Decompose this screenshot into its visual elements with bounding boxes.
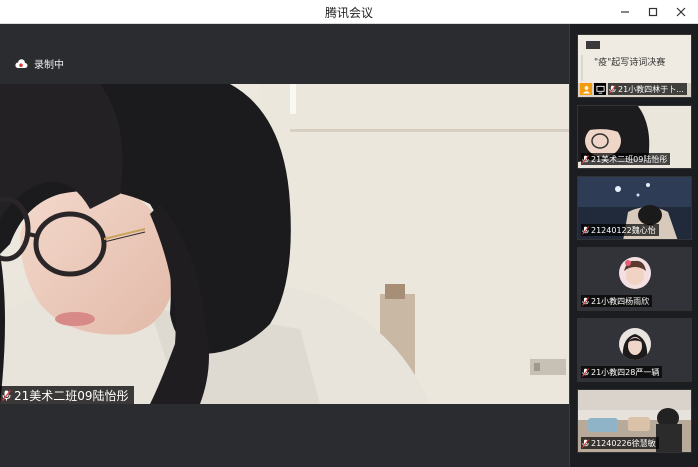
participant-tile[interactable]: 21小教四28严一辆 xyxy=(577,318,692,382)
main-participant-name: 21美术二班09陆怡彤 xyxy=(14,388,129,403)
tile-label: 21小教四杨雨欣 xyxy=(581,295,653,307)
avatar xyxy=(619,257,651,289)
tile-participant-name: 21小教四林于卜... xyxy=(618,84,684,94)
minimize-icon xyxy=(621,11,629,13)
main-video-area: 录制中 21美术二班09陆怡彤 xyxy=(0,24,569,467)
microphone-muted-icon xyxy=(582,367,589,377)
participant-tile[interactable]: "疫"起写诗词决赛 21小教四林于卜... xyxy=(577,34,692,98)
avatar xyxy=(619,328,651,360)
participant-tile[interactable]: 21240122魏心怡 xyxy=(577,176,692,240)
meeting-window: 腾讯会议 录制中 21美术二班09陆怡彤 "疫"起写诗词决赛 21小教四林于卜.… xyxy=(0,0,698,467)
recording-label: 录制中 xyxy=(34,60,64,71)
participant-tile[interactable]: 21美术二班09陆怡彤 xyxy=(577,105,692,169)
microphone-muted-icon xyxy=(582,154,589,164)
microphone-muted-icon xyxy=(609,84,616,94)
participant-sidebar: "疫"起写诗词决赛 21小教四林于卜... 21美术二班09陆怡彤 212401… xyxy=(569,24,698,467)
window-title: 腾讯会议 xyxy=(324,6,373,20)
title-bar: 腾讯会议 xyxy=(0,0,698,24)
slide-title: "疫"起写诗词决赛 xyxy=(594,58,666,68)
tile-label: 21小教四28严一辆 xyxy=(581,366,663,378)
tile-label: 21240226徐慧敏 xyxy=(581,437,659,449)
minimize-button[interactable] xyxy=(614,2,636,22)
participant-tile[interactable]: 21240226徐慧敏 xyxy=(577,389,692,453)
tile-participant-name: 21240122魏心怡 xyxy=(591,225,656,235)
tile-participant-name: 21小教四28严一辆 xyxy=(591,367,660,377)
screen-share-icon xyxy=(594,83,606,95)
window-controls xyxy=(614,2,692,22)
video-frame xyxy=(0,84,569,404)
cloud-record-icon xyxy=(15,58,28,68)
maximize-button[interactable] xyxy=(642,2,664,22)
main-video-feed[interactable]: 21美术二班09陆怡彤 xyxy=(0,84,569,404)
close-button[interactable] xyxy=(670,2,692,22)
tile-participant-name: 21美术二班09陆怡彤 xyxy=(591,154,668,164)
recording-indicator: 录制中 xyxy=(14,56,64,71)
close-icon xyxy=(676,7,686,17)
microphone-muted-icon xyxy=(582,438,589,448)
host-icon xyxy=(580,83,592,95)
tile-label: 21小教四林于卜... xyxy=(608,83,687,95)
microphone-icon xyxy=(2,389,11,401)
tile-label: 21240122魏心怡 xyxy=(581,224,659,236)
tile-label: 21美术二班09陆怡彤 xyxy=(581,153,671,165)
tile-participant-name: 21240226徐慧敏 xyxy=(591,438,656,448)
main-participant-label: 21美术二班09陆怡彤 xyxy=(0,386,134,404)
microphone-muted-icon xyxy=(582,225,589,235)
tile-participant-name: 21小教四杨雨欣 xyxy=(591,296,650,306)
tile-status-icons: 21小教四林于卜... xyxy=(580,83,687,95)
participant-tile[interactable]: 21小教四杨雨欣 xyxy=(577,247,692,311)
maximize-icon xyxy=(648,7,658,17)
microphone-muted-icon xyxy=(582,296,589,306)
